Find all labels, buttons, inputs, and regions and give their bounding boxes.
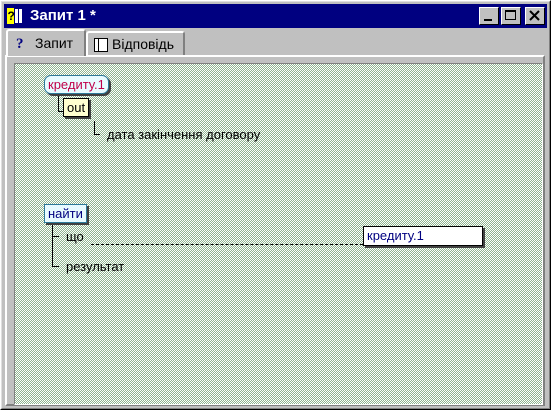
- connector-line: [52, 236, 59, 237]
- question-icon: ?: [16, 36, 24, 51]
- tab-answer-label: Відповідь: [112, 36, 174, 52]
- close-icon: [529, 10, 540, 21]
- connector-line: [52, 223, 53, 267]
- svg-text:?: ?: [8, 9, 15, 23]
- query-canvas[interactable]: кредиту.1 out дата закінчення договору н…: [14, 63, 543, 405]
- connector-line: [94, 134, 100, 135]
- app-icon[interactable]: ?: [6, 7, 24, 25]
- maximize-button[interactable]: [501, 7, 521, 25]
- tab-query-label: Запит: [35, 35, 74, 51]
- what-label[interactable]: що: [66, 229, 84, 245]
- maximize-icon: [505, 10, 516, 20]
- target-table-node[interactable]: кредиту.1: [363, 226, 483, 246]
- tab-strip: ? Запит Відповідь: [4, 28, 547, 56]
- query-window: ? Запит 1 * ? Запит Відповідь кредиту.1 …: [0, 0, 551, 410]
- result-label[interactable]: результат: [66, 259, 124, 275]
- connector-line: [52, 266, 59, 267]
- close-button[interactable]: [525, 7, 545, 25]
- minimize-button[interactable]: [479, 7, 499, 25]
- svg-text:?: ?: [16, 36, 24, 51]
- link-dashed-line: [91, 244, 363, 245]
- out-field-label[interactable]: дата закінчення договору: [107, 127, 260, 143]
- find-node[interactable]: найти: [44, 204, 87, 223]
- tab-query[interactable]: ? Запит: [6, 29, 86, 56]
- window-title: Запит 1 *: [30, 7, 96, 24]
- minimize-icon: [484, 19, 492, 21]
- title-bar[interactable]: ? Запит 1 *: [4, 4, 547, 28]
- source-table-node[interactable]: кредиту.1: [44, 75, 109, 94]
- tab-answer[interactable]: Відповідь: [86, 31, 185, 55]
- connector-line: [58, 94, 59, 112]
- table-icon: [94, 38, 108, 52]
- out-node[interactable]: out: [63, 98, 90, 117]
- connector-line: [94, 121, 95, 135]
- query-panel: кредиту.1 out дата закінчення договору н…: [5, 55, 545, 406]
